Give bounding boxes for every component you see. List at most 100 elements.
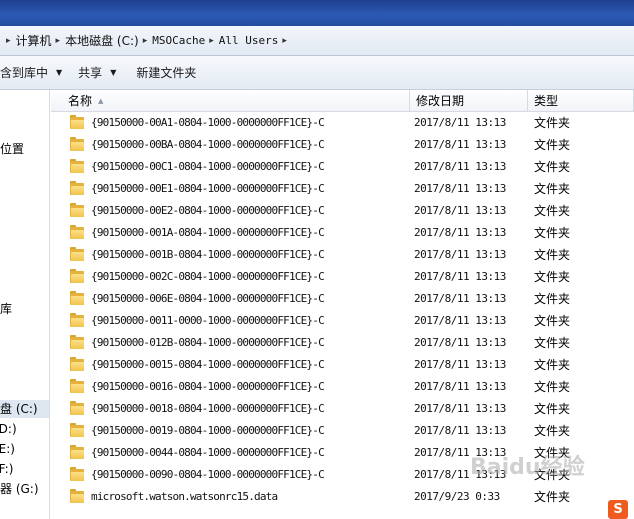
file-type: 文件夹 (534, 490, 571, 504)
file-name: {90150000-0090-0804-1000-0000000FF1CE}-C (91, 468, 325, 481)
file-date: 2017/8/11 13:13 (414, 336, 506, 349)
file-row[interactable]: {90150000-00C1-0804-1000-0000000FF1CE}-C… (51, 156, 634, 178)
file-name: {90150000-0016-0804-1000-0000000FF1CE}-C (91, 380, 325, 393)
watermark-text: Baidu经验 (470, 455, 585, 480)
new-folder-button[interactable]: 新建文件夹 (130, 61, 202, 85)
dropdown-arrow-icon: ▼ (110, 68, 117, 77)
nav-item-media-library[interactable]: 媒体库 (0, 300, 12, 318)
nav-item-local-disk-c[interactable]: 磁盘 (C:) (0, 400, 49, 418)
file-type: 文件夹 (534, 424, 571, 438)
folder-icon (70, 445, 84, 459)
nav-item-drive-e[interactable]: (E:) (0, 440, 15, 458)
file-row[interactable]: {90150000-0015-0804-1000-0000000FF1CE}-C… (51, 354, 634, 376)
file-name: {90150000-0011-0000-1000-0000000FF1CE}-C (91, 314, 325, 327)
folder-icon (70, 423, 84, 437)
chevron-down-icon[interactable]: ▸ (6, 36, 11, 46)
file-row[interactable]: {90150000-002C-0804-1000-0000000FF1CE}-C… (51, 266, 634, 288)
column-header-type[interactable]: 类型 (528, 90, 634, 112)
file-row[interactable]: {90150000-001B-0804-1000-0000000FF1CE}-C… (51, 244, 634, 266)
file-name: {90150000-0044-0804-1000-0000000FF1CE}-C (91, 446, 325, 459)
file-name: {90150000-00BA-0804-1000-0000000FF1CE}-C (91, 138, 325, 151)
column-name-label: 名称 (68, 94, 93, 108)
include-in-library-label: 包含到库中 (0, 66, 49, 80)
chevron-right-icon[interactable]: ▸ (143, 36, 148, 46)
file-type: 文件夹 (534, 248, 571, 262)
folder-icon (70, 401, 84, 415)
breadcrumb-label: All Users (218, 34, 279, 47)
breadcrumb-computer[interactable]: 计算机 (16, 32, 52, 49)
file-name: {90150000-00A1-0804-1000-0000000FF1CE}-C (91, 116, 325, 129)
column-header-date[interactable]: 修改日期 (410, 90, 528, 112)
nav-item-recent-places[interactable]: 的位置 (0, 140, 24, 158)
file-name: {90150000-0018-0804-1000-0000000FF1CE}-C (91, 402, 325, 415)
file-date: 2017/8/11 13:13 (414, 248, 506, 261)
file-type: 文件夹 (534, 204, 571, 218)
file-name: {90150000-001A-0804-1000-0000000FF1CE}-C (91, 226, 325, 239)
nav-item-label: 磁盘 (C:) (0, 402, 38, 416)
dropdown-arrow-icon: ▼ (56, 68, 63, 77)
file-row[interactable]: {90150000-00E1-0804-1000-0000000FF1CE}-C… (51, 178, 634, 200)
file-row[interactable]: {90150000-00BA-0804-1000-0000000FF1CE}-C… (51, 134, 634, 156)
file-row[interactable]: {90150000-0018-0804-1000-0000000FF1CE}-C… (51, 398, 634, 420)
file-name: {90150000-002C-0804-1000-0000000FF1CE}-C (91, 270, 325, 283)
file-date: 2017/8/11 13:13 (414, 160, 506, 173)
column-header-name[interactable]: 名称 ▲ (51, 90, 410, 112)
file-type: 文件夹 (534, 116, 571, 130)
folder-icon (70, 115, 84, 129)
breadcrumb-all-users[interactable]: All Users (219, 34, 279, 47)
share-label: 共享 (78, 66, 103, 80)
file-date: 2017/8/11 13:13 (414, 292, 506, 305)
address-bar[interactable]: ▸ 计算机 ▸ 本地磁盘 (C:) ▸ MSOCache ▸ All Users… (0, 26, 634, 56)
folder-icon (70, 467, 84, 481)
folder-icon (70, 137, 84, 151)
file-name: {90150000-00E1-0804-1000-0000000FF1CE}-C (91, 182, 325, 195)
new-folder-label: 新建文件夹 (136, 66, 197, 80)
folder-icon (70, 203, 84, 217)
file-date: 2017/8/11 13:13 (414, 380, 506, 393)
file-row[interactable]: microsoft.watson.watsonrc15.data 2017/9/2… (51, 486, 634, 508)
file-date: 2017/8/11 13:13 (414, 314, 506, 327)
nav-item-drive-f[interactable]: (F:) (0, 460, 13, 478)
file-name: {90150000-0015-0804-1000-0000000FF1CE}-C (91, 358, 325, 371)
file-date: 2017/8/11 13:13 (414, 204, 506, 217)
folder-icon (70, 335, 84, 349)
chevron-right-icon[interactable]: ▸ (282, 36, 287, 46)
file-row[interactable]: {90150000-0016-0804-1000-0000000FF1CE}-C… (51, 376, 634, 398)
file-date: 2017/8/11 13:13 (414, 138, 506, 151)
folder-icon (70, 489, 84, 503)
folder-icon (70, 225, 84, 239)
breadcrumb-label: MSOCache (152, 34, 206, 47)
file-row[interactable]: {90150000-0019-0804-1000-0000000FF1CE}-C… (51, 420, 634, 442)
folder-icon (70, 291, 84, 305)
file-row[interactable]: {90150000-012B-0804-1000-0000000FF1CE}-C… (51, 332, 634, 354)
file-type: 文件夹 (534, 138, 571, 152)
include-in-library-button[interactable]: 包含到库中 ▼ (0, 61, 68, 85)
file-type: 文件夹 (534, 160, 571, 174)
breadcrumb-label: 计算机 (15, 34, 52, 48)
file-date: 2017/8/11 13:13 (414, 270, 506, 283)
file-date: 2017/8/11 13:13 (414, 226, 506, 239)
file-row[interactable]: {90150000-006E-0804-1000-0000000FF1CE}-C… (51, 288, 634, 310)
chevron-right-icon[interactable]: ▸ (56, 36, 61, 46)
chevron-right-icon[interactable]: ▸ (209, 36, 214, 46)
breadcrumb-msocache[interactable]: MSOCache (152, 34, 205, 47)
file-type: 文件夹 (534, 270, 571, 284)
column-date-label: 修改日期 (416, 94, 465, 108)
file-row[interactable]: {90150000-001A-0804-1000-0000000FF1CE}-C… (51, 222, 634, 244)
share-button[interactable]: 共享 ▼ (72, 61, 122, 85)
file-row[interactable]: {90150000-00E2-0804-1000-0000000FF1CE}-C… (51, 200, 634, 222)
nav-item-drive-d[interactable]: (D:) (0, 420, 17, 438)
file-row[interactable]: {90150000-0011-0000-1000-0000000FF1CE}-C… (51, 310, 634, 332)
file-row[interactable]: {90150000-00A1-0804-1000-0000000FF1CE}-C… (51, 112, 634, 134)
file-type: 文件夹 (534, 380, 571, 394)
nav-item-drive-g[interactable]: 动器 (G:) (0, 480, 39, 498)
breadcrumb-local-disk[interactable]: 本地磁盘 (C:) (65, 32, 139, 49)
file-name: {90150000-0019-0804-1000-0000000FF1CE}-C (91, 424, 325, 437)
file-type: 文件夹 (534, 314, 571, 328)
folder-icon (70, 357, 84, 371)
command-toolbar: 包含到库中 ▼ 共享 ▼ 新建文件夹 (0, 56, 634, 90)
breadcrumb-label: 本地磁盘 (C:) (65, 34, 139, 48)
navigation-pane: 的位置 媒体库 磁盘 (C:) (D:) (E:) (F:) 动器 (G:) (0, 90, 50, 519)
file-date: 2017/8/11 13:13 (414, 358, 506, 371)
folder-icon (70, 159, 84, 173)
